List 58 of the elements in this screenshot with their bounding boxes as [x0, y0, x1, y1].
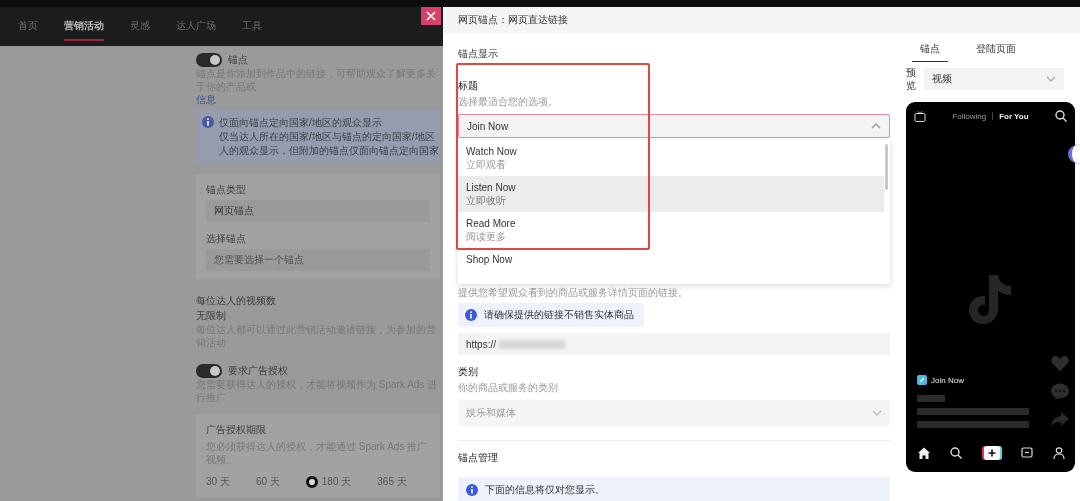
panel-header: 网页锚点：网页直达链接: [443, 7, 900, 33]
info-icon: [466, 484, 478, 496]
value-text: 无限制: [196, 309, 227, 323]
card-title: 广告授权期限: [206, 423, 267, 437]
profile-icon[interactable]: [1053, 447, 1065, 459]
section-label: 每位达人的视频数: [196, 294, 277, 308]
field-label: 选择锚点: [206, 232, 247, 246]
url-field[interactable]: https://: [458, 333, 890, 355]
search-icon[interactable]: [1055, 110, 1067, 122]
toggle-switch[interactable]: [196, 363, 222, 378]
feed-tab[interactable]: Following: [952, 111, 987, 121]
field-label: 标题: [458, 79, 479, 93]
comment-icon: [1051, 383, 1069, 400]
nav-tab[interactable]: 营销活动: [64, 12, 104, 41]
notice-text: 人的观众显示，但附加的锚点仅面向锚点定向国家: [219, 144, 439, 158]
music-note-logo: [968, 273, 1013, 325]
chevron-down-icon: [1046, 76, 1056, 82]
notice-title: 仅面向锚点定向国家/地区的观众显示: [219, 116, 383, 130]
redacted-block: [498, 339, 566, 349]
anchor-label[interactable]: Join Now: [931, 375, 964, 385]
close-button[interactable]: [421, 7, 441, 25]
toggle-switch[interactable]: [196, 52, 222, 67]
dropdown-option[interactable]: Read More 阅读更多: [458, 212, 884, 248]
text-placeholder: [917, 395, 945, 402]
share-icon: [1051, 412, 1069, 426]
notice-text: 下面的信息将仅对您显示。: [485, 483, 605, 497]
info-icon: [202, 116, 214, 128]
notice-text: 请确保提供的链接不销售实体商品: [484, 308, 634, 322]
hint-text: 你的商品或服务的类别: [458, 382, 559, 394]
tab[interactable]: 锚点: [912, 42, 948, 62]
section-title: 锚点管理: [458, 451, 499, 465]
plus-button-icon[interactable]: [981, 446, 1002, 460]
anchor-type-field[interactable]: 网页锚点: [206, 200, 430, 222]
dropdown-option[interactable]: Shop Now: [458, 248, 884, 284]
toggle-label: 锚点: [228, 53, 248, 67]
search-icon[interactable]: [949, 447, 962, 459]
field-label: 锚点类型: [206, 183, 247, 197]
heart-icon: [1051, 355, 1069, 371]
preview-select[interactable]: 视频: [924, 68, 1064, 90]
field-label: 类别: [458, 365, 479, 379]
preview-label: 预览: [906, 66, 916, 92]
feed-tab[interactable]: For You: [999, 111, 1029, 121]
home-icon[interactable]: [918, 447, 930, 459]
hint-text: 提供您希望观众看到的商品或服务详情页面的链接。: [458, 287, 689, 299]
chevron-up-icon: [871, 123, 881, 129]
scrollbar: [885, 144, 888, 190]
close-icon: [426, 11, 436, 21]
dropdown-option[interactable]: Listen Now 立即收听: [458, 176, 884, 212]
section-title: 锚点显示: [458, 47, 499, 61]
dropdown-option[interactable]: Watch Now 立即观看: [458, 140, 884, 176]
notice-text: 仅当达人所在的国家/地区与锚点的定向国家/地区: [219, 130, 436, 144]
title-select[interactable]: Join Now: [458, 114, 890, 138]
tab[interactable]: 登陆页面: [976, 42, 1016, 62]
info-icon: [465, 309, 477, 321]
toggle-label: 要求广告授权: [228, 364, 288, 378]
chevron-down-icon: [872, 410, 882, 416]
tv-icon: [914, 110, 926, 122]
hint-text: 选择最适合您的选项。: [458, 96, 559, 108]
